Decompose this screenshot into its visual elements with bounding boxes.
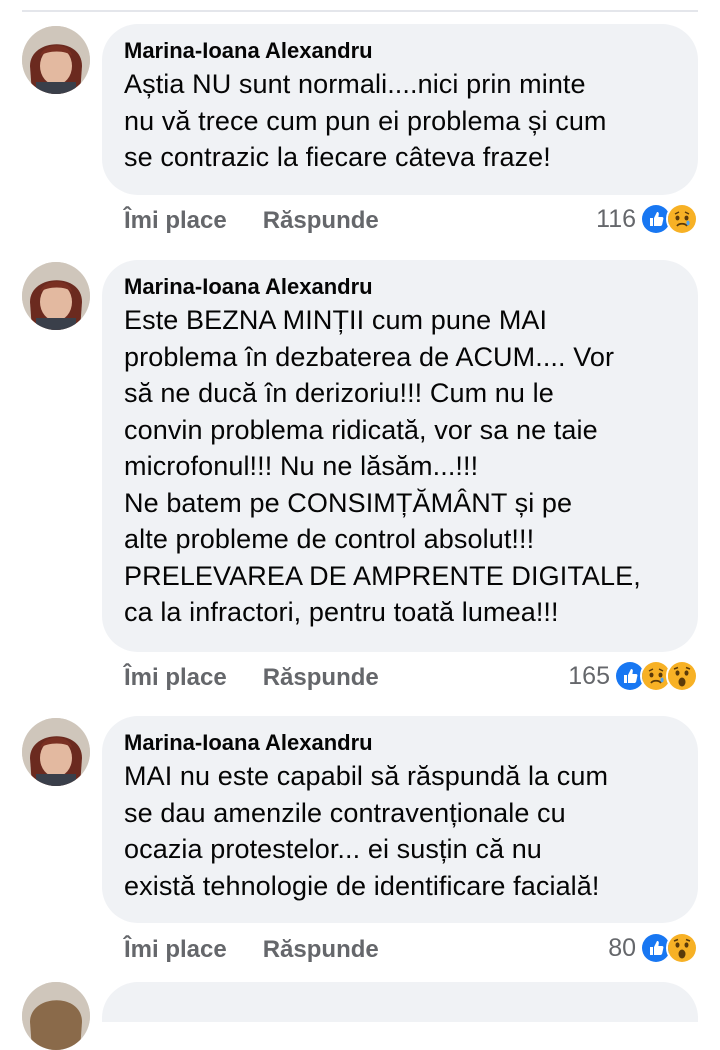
reaction-count: 80 — [608, 933, 636, 962]
like-button[interactable]: Îmi place — [124, 936, 227, 964]
top-divider — [22, 10, 698, 12]
reply-button[interactable]: Răspunde — [263, 664, 379, 692]
avatar-image — [22, 982, 90, 1050]
sad-icon — [666, 203, 698, 235]
comment-author[interactable]: Marina-Ioana Alexandru — [124, 728, 678, 758]
wow-icon — [666, 660, 698, 692]
avatar-image — [22, 262, 90, 330]
avatar[interactable] — [22, 982, 90, 1050]
comment-text: Aștia NU sunt normali....nici prin minte… — [124, 69, 607, 172]
avatar[interactable] — [22, 26, 90, 94]
reaction-count: 116 — [596, 204, 636, 233]
comment-bubble: Marina-Ioana Alexandru MAI nu este capab… — [102, 716, 698, 923]
comment-actions: Îmi place Răspunde — [124, 932, 415, 968]
reply-button[interactable]: Răspunde — [263, 207, 379, 235]
comment-author[interactable]: Marina-Ioana Alexandru — [124, 272, 678, 302]
reaction-summary[interactable]: 116 — [596, 201, 698, 237]
like-button[interactable]: Îmi place — [124, 207, 227, 235]
like-button[interactable]: Îmi place — [124, 664, 227, 692]
comment-author[interactable]: Marina-Ioana Alexandru — [124, 36, 678, 66]
reaction-count: 165 — [568, 661, 610, 690]
reaction-summary[interactable]: 80 — [608, 930, 698, 966]
comment-bubble — [102, 982, 698, 1022]
comment-actions: Îmi place Răspunde — [124, 660, 415, 696]
avatar[interactable] — [22, 262, 90, 330]
comment-bubble: Marina-Ioana Alexandru Este BEZNA MINȚII… — [102, 260, 698, 652]
reply-button[interactable]: Răspunde — [263, 936, 379, 964]
comment-text: Este BEZNA MINȚII cum pune MAI problema … — [124, 305, 641, 627]
comment-actions: Îmi place Răspunde — [124, 203, 415, 239]
avatar[interactable] — [22, 718, 90, 786]
reaction-summary[interactable]: 165 — [568, 658, 698, 694]
comment-text: MAI nu este capabil să răspundă la cum s… — [124, 761, 609, 901]
avatar-image — [22, 26, 90, 94]
comment-bubble: Marina-Ioana Alexandru Aștia NU sunt nor… — [102, 24, 698, 195]
wow-icon — [666, 932, 698, 964]
avatar-image — [22, 718, 90, 786]
